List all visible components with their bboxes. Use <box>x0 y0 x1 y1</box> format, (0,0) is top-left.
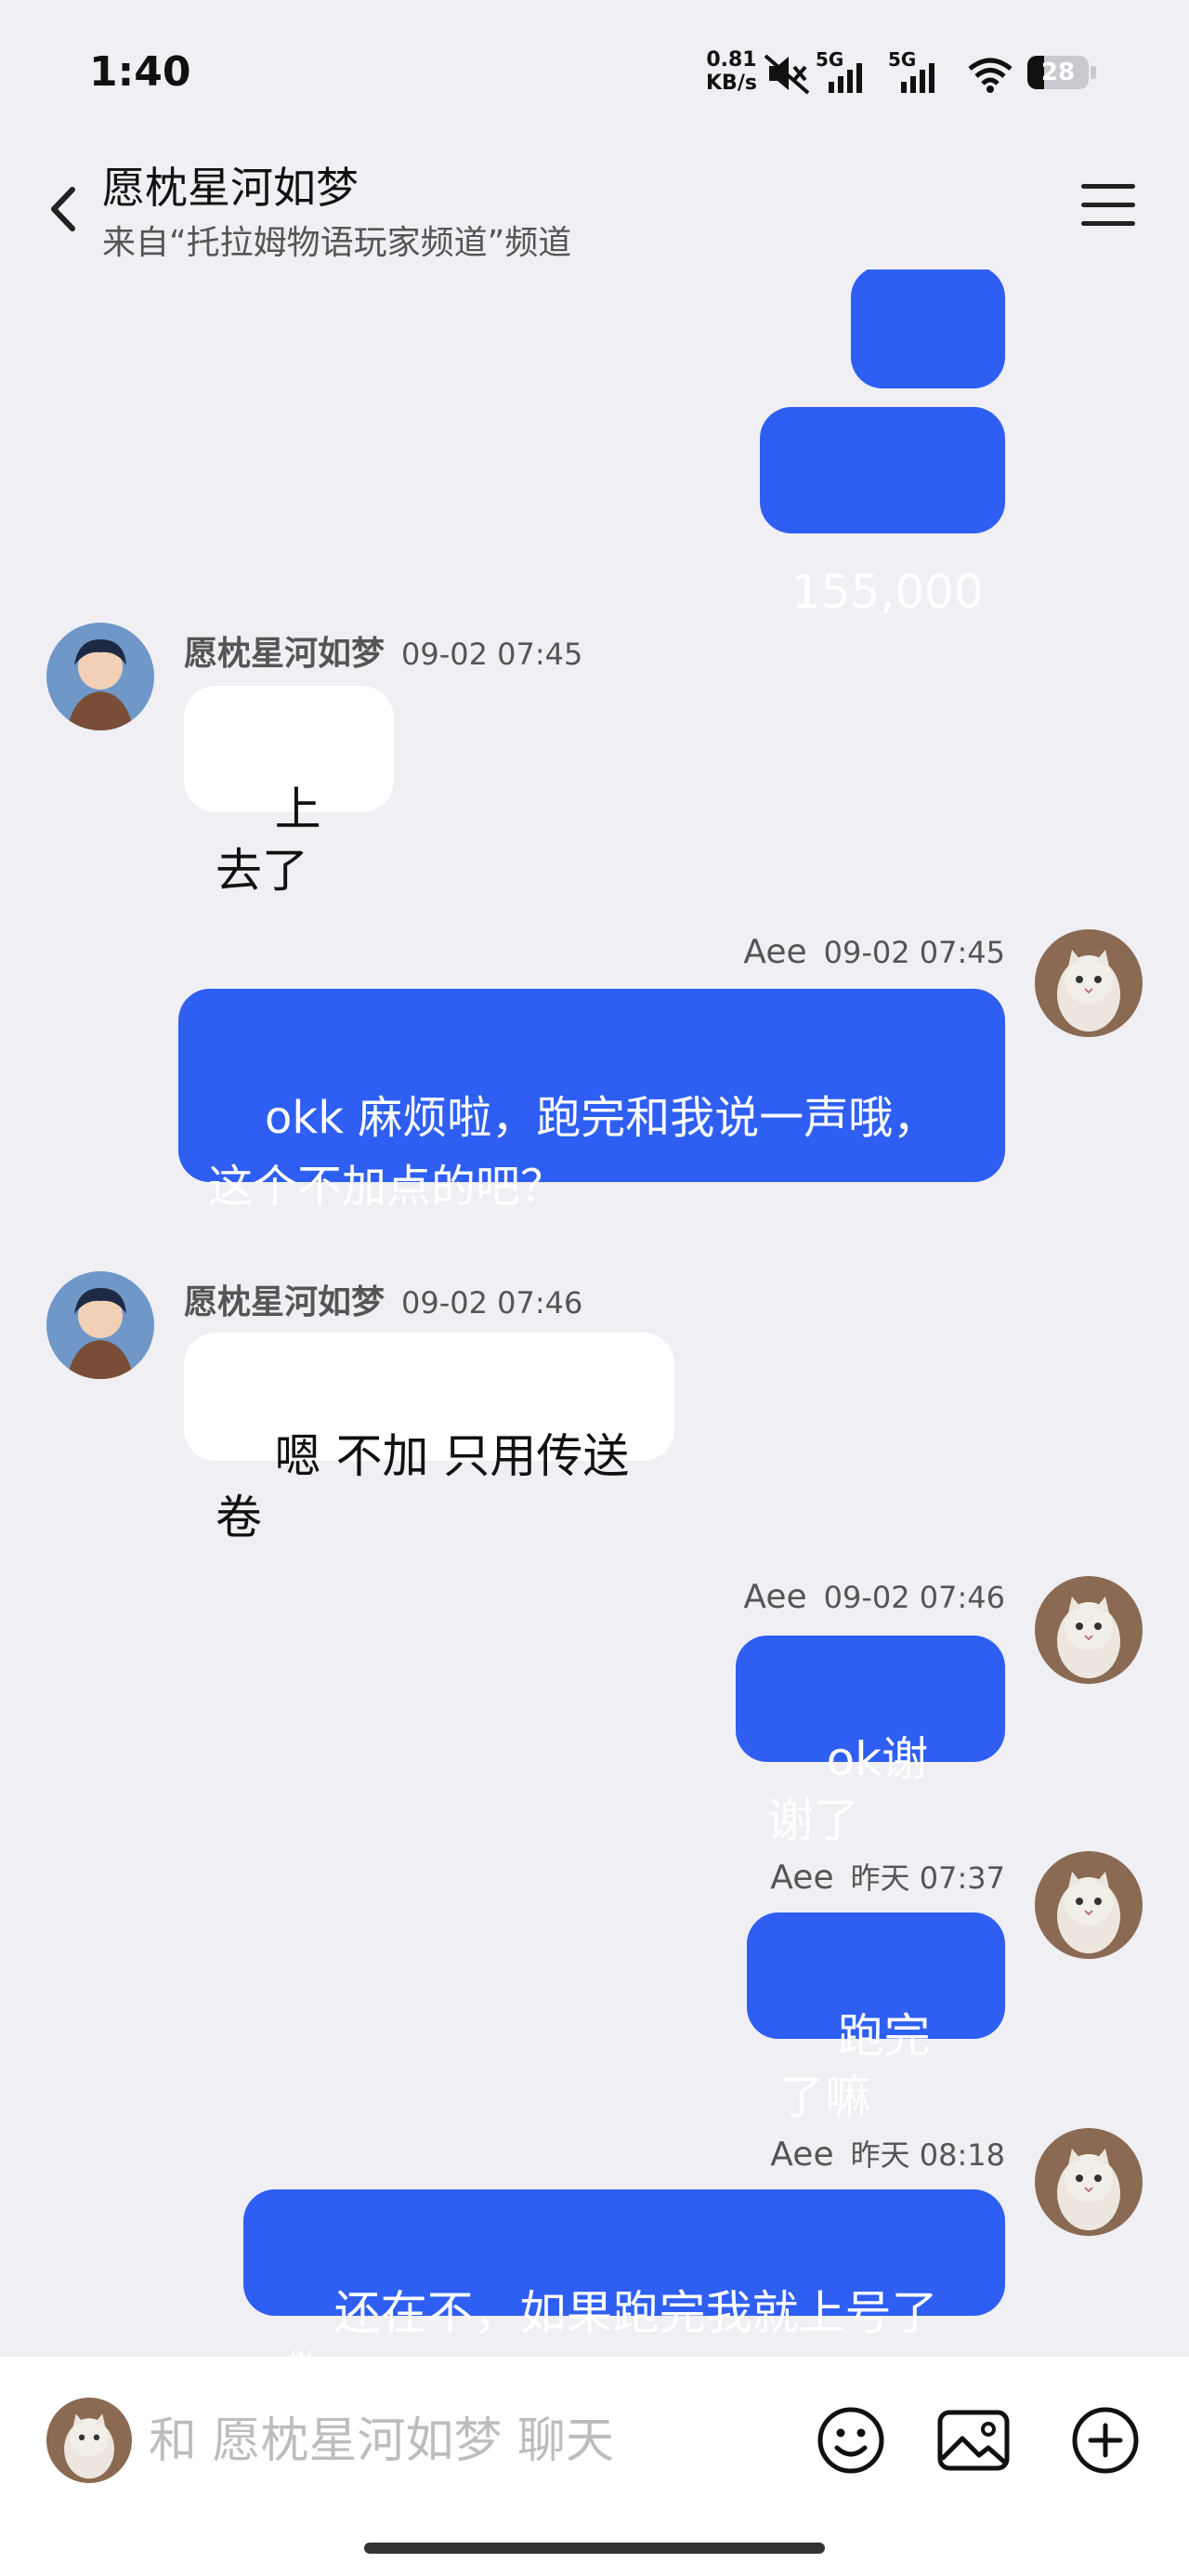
input-bar <box>0 2357 1189 2576</box>
my-avatar[interactable] <box>1035 2128 1143 2236</box>
plus-circle-icon <box>1072 2407 1139 2474</box>
signal-5g-icon <box>829 63 862 93</box>
contact-subtitle: 来自“托拉姆物语玩家频道”频道 <box>102 224 572 262</box>
message-meta: Aee 09-02 07:45 <box>743 933 1005 971</box>
message-meta: Aee 昨天 08:18 <box>770 2132 1005 2175</box>
message-bubble[interactable]: ok谢谢了 <box>736 1636 1005 1847</box>
message-time: 昨天 08:18 <box>850 2137 1005 2173</box>
my-avatar[interactable] <box>46 2398 132 2483</box>
home-indicator[interactable] <box>364 2543 825 2554</box>
battery-level: 28 <box>1040 59 1076 86</box>
back-button[interactable] <box>41 177 93 242</box>
emoji-button[interactable] <box>806 2396 895 2485</box>
message-text: 跑完了嘛 <box>778 2009 931 2124</box>
message-text: 还在不，如果跑完我就上号了嘞 <box>275 2286 938 2357</box>
message-bubble[interactable]: 155,000 <box>760 407 1005 619</box>
message-text: 嗯 不加 只用传送卷 <box>216 1429 630 1544</box>
message-meta: 愿枕星河如梦 09-02 07:46 <box>184 1275 582 1323</box>
message-text: okk 麻烦啦，跑完和我说一声哦，这个不加点的吧？ <box>208 1092 938 1213</box>
emoji-icon <box>817 2407 884 2474</box>
status-bar: 1:40 0.81 KB/s 5G 5G 28 <box>0 0 1189 139</box>
chat-header: 愿枕星河如梦 来自“托拉姆物语玩家频道”频道 <box>0 139 1189 269</box>
sender-name: Aee <box>770 1859 834 1897</box>
wifi-icon <box>968 58 1013 93</box>
my-avatar[interactable] <box>1035 929 1143 1037</box>
message-time: 09-02 07:46 <box>823 1580 1005 1615</box>
mute-icon <box>764 54 810 95</box>
message-bubble[interactable]: 上去了 <box>184 686 394 898</box>
sender-name: Aee <box>743 1578 807 1616</box>
message-text: ok谢谢了 <box>767 1732 929 1847</box>
message-meta: 愿枕星河如梦 09-02 07:45 <box>184 626 582 675</box>
image-icon <box>937 2410 1010 2471</box>
signal-5g-icon-2 <box>901 63 934 93</box>
message-text: 上去了 <box>216 782 321 898</box>
message-bubble[interactable]: 还在不，如果跑完我就上号了嘞 <box>243 2189 1005 2357</box>
sender-name: 愿枕星河如梦 <box>184 635 385 673</box>
message-time: 昨天 07:37 <box>850 1860 1005 1896</box>
chat-input[interactable] <box>147 2403 791 2479</box>
plus-button[interactable] <box>1061 2396 1150 2485</box>
message-time: 09-02 07:46 <box>401 1285 583 1321</box>
chevron-left-icon <box>51 187 75 231</box>
message-bubble[interactable]: 嗯 不加 只用传送卷 <box>184 1333 674 1544</box>
message-text: 155,000 <box>791 565 984 619</box>
my-avatar[interactable] <box>1035 1851 1143 1959</box>
hamburger-menu-icon <box>1081 184 1135 189</box>
network-speed: 0.81 KB/s <box>706 48 757 95</box>
sender-name: Aee <box>770 2136 834 2174</box>
message-time: 09-02 07:45 <box>823 935 1005 970</box>
contact-avatar[interactable] <box>46 1271 154 1379</box>
menu-button[interactable] <box>1081 180 1141 232</box>
message-time: 09-02 07:45 <box>401 637 583 672</box>
network-speed-unit: KB/s <box>706 72 757 95</box>
contact-avatar[interactable] <box>46 623 154 730</box>
my-avatar[interactable] <box>1035 1576 1143 1684</box>
network-speed-value: 0.81 <box>706 48 757 72</box>
contact-name: 愿枕星河如梦 <box>102 163 359 213</box>
message-list[interactable]: 000 155,000 愿枕星河如梦 09-02 07:45 上去了 Aee 09-… <box>0 269 1189 2357</box>
message-bubble[interactable]: 000 <box>851 269 1005 474</box>
message-bubble[interactable]: okk 麻烦啦，跑完和我说一声哦，这个不加点的吧？ <box>178 989 1005 1213</box>
message-bubble[interactable]: 跑完了嘛 <box>747 1912 1005 2124</box>
sender-name: 愿枕星河如梦 <box>184 1283 385 1321</box>
status-time: 1:40 <box>89 48 191 96</box>
battery-icon: 28 <box>1027 56 1096 89</box>
image-button[interactable] <box>929 2396 1018 2485</box>
message-meta: Aee 09-02 07:46 <box>743 1578 1005 1616</box>
sender-name: Aee <box>743 933 807 971</box>
message-meta: Aee 昨天 07:37 <box>770 1855 1005 1898</box>
